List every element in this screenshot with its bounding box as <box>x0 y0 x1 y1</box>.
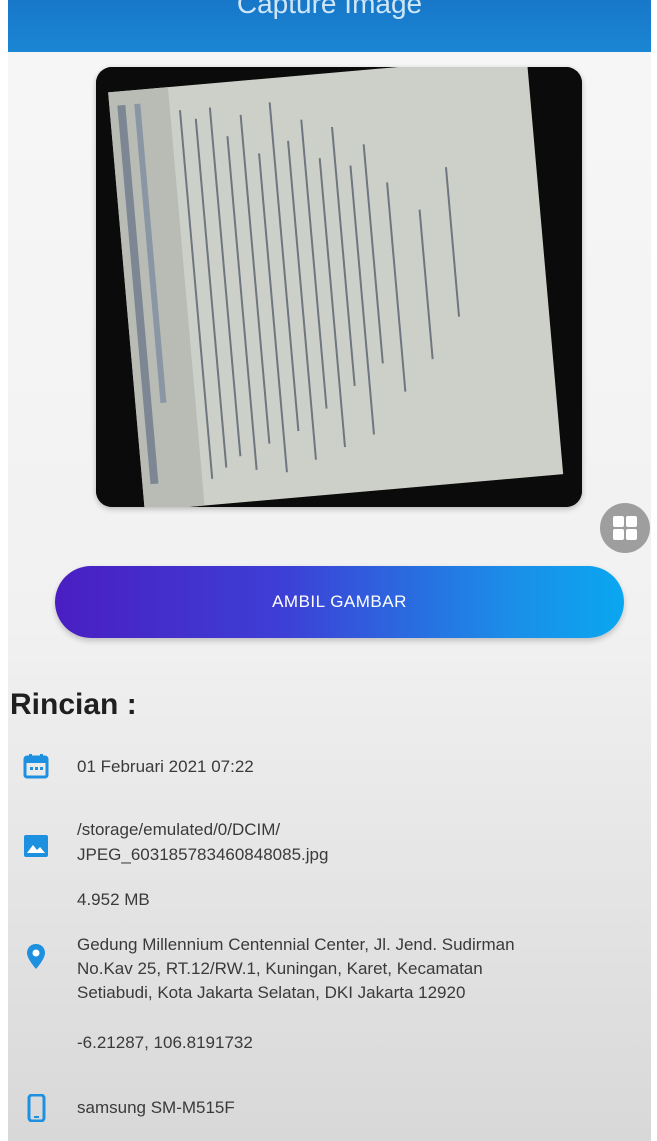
file-size: 4.952 MB <box>77 890 150 909</box>
location-pin-icon <box>27 944 45 969</box>
screen-edge-left <box>0 0 8 1141</box>
calendar-icon <box>23 754 49 779</box>
details-heading: Rincian : <box>10 688 137 721</box>
app-bar-title: Capture Image <box>236 0 423 19</box>
capture-date: 01 Februari 2021 07:22 <box>77 757 254 776</box>
address-line2: No.Kav 25, RT.12/RW.1, Kuningan, Karet, … <box>77 959 483 978</box>
app-bar: Capture Image <box>8 0 651 52</box>
image-icon <box>24 835 48 857</box>
address-line1: Gedung Millennium Centennial Center, Jl.… <box>77 935 515 954</box>
coordinates: -6.21287, 106.8191732 <box>77 1033 253 1052</box>
captured-image-preview <box>96 67 582 507</box>
file-path-line1: /storage/emulated/0/DCIM/ <box>77 820 281 839</box>
device-model: samsung SM-M515F <box>77 1098 235 1117</box>
screen-edge-right <box>651 0 657 1141</box>
file-path-line2: JPEG_603185783460848085.jpg <box>77 845 329 864</box>
capture-image-button[interactable]: AMBIL GAMBAR <box>55 566 624 638</box>
grid-icon <box>613 516 637 540</box>
address-line3: Setiabudi, Kota Jakarta Selatan, DKI Jak… <box>77 983 466 1002</box>
phone-icon <box>27 1094 46 1122</box>
grid-menu-button[interactable] <box>600 503 650 553</box>
